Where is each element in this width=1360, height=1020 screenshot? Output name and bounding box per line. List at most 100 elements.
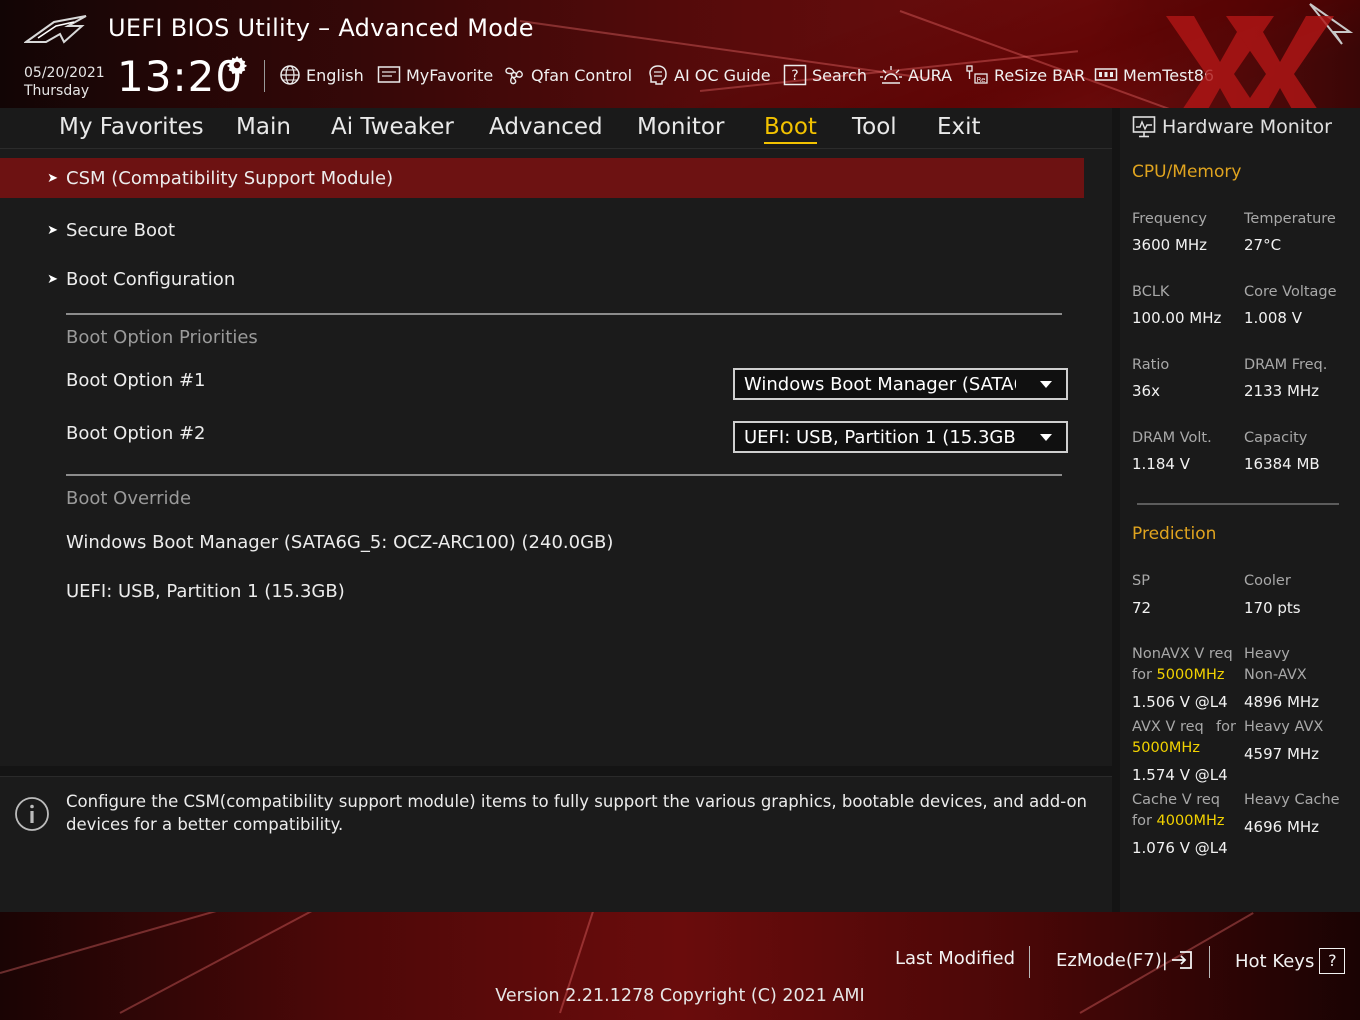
section-divider: [66, 474, 1062, 476]
rog-logo-icon: [24, 15, 87, 44]
sp-value: 72: [1132, 599, 1152, 617]
frequency-value: 3600 MHz: [1132, 236, 1208, 254]
cpu-memory-section-title: CPU/Memory: [1132, 162, 1242, 182]
gear-icon[interactable]: [226, 54, 248, 76]
temperature-label: Temperature: [1244, 211, 1336, 227]
aura-icon: [880, 66, 902, 84]
resize-bar-button[interactable]: Re ReSize BAR: [965, 62, 1085, 88]
nonavx-vreq-value: 1.506 V @L4: [1132, 693, 1228, 711]
tab-tool[interactable]: Tool: [852, 112, 897, 142]
date-display: 05/20/2021 Thursday: [24, 64, 105, 100]
nonavx-vreq-label: NonAVX V req: [1132, 646, 1233, 662]
ai-oc-guide-button[interactable]: AI OC Guide: [647, 62, 771, 88]
fan-icon: [505, 67, 523, 85]
frequency-label: Frequency: [1132, 211, 1207, 227]
sp-label: SP: [1132, 573, 1150, 589]
menu-item-secure-boot[interactable]: ➤ Secure Boot: [0, 210, 1084, 250]
avx-target-freq: 5000MHz: [1132, 740, 1200, 756]
boot-option-1-label: Boot Option #1: [66, 370, 206, 391]
last-modified-button[interactable]: Last Modified: [895, 948, 1015, 969]
search-button[interactable]: ? Search: [783, 62, 867, 88]
weekday-text: Thursday: [24, 83, 90, 99]
boot-option-1-select[interactable]: Windows Boot Manager (SATA6G_5: OCZ-ARC1…: [733, 368, 1068, 400]
dram-freq-label: DRAM Freq.: [1244, 357, 1328, 373]
myfavorite-button[interactable]: MyFavorite: [377, 62, 493, 88]
cache-vreq-value: 1.076 V @L4: [1132, 839, 1228, 857]
aura-label: AURA: [908, 65, 953, 85]
hot-keys-label: Hot Keys: [1235, 950, 1315, 972]
ratio-value: 36x: [1132, 382, 1160, 400]
tab-my-favorites[interactable]: My Favorites: [59, 112, 204, 142]
hardware-monitor-label: Hardware Monitor: [1162, 116, 1332, 138]
language-button[interactable]: English: [279, 62, 364, 88]
footer-separator: [1029, 946, 1030, 978]
cache-target-freq: 4000MHz: [1156, 813, 1225, 829]
svg-text:Re: Re: [977, 76, 986, 84]
header-bar: UEFI BIOS Utility – Advanced Mode 05/20/…: [0, 0, 1360, 108]
dram-freq-value: 2133 MHz: [1244, 382, 1320, 400]
boot-override-item-1[interactable]: Windows Boot Manager (SATA6G_5: OCZ-ARC1…: [66, 532, 613, 553]
monitor-icon: [1132, 116, 1156, 138]
menu-item-label: Boot Configuration: [66, 268, 236, 290]
prediction-section-title: Prediction: [1132, 524, 1217, 544]
tab-ai-tweaker[interactable]: Ai Tweaker: [331, 112, 454, 142]
hot-keys-button[interactable]: Hot Keys ?: [1235, 948, 1346, 974]
bclk-label: BCLK: [1132, 284, 1170, 300]
menu-item-boot-configuration[interactable]: ➤ Boot Configuration: [0, 259, 1084, 299]
boot-override-item-2[interactable]: UEFI: USB, Partition 1 (15.3GB): [66, 581, 345, 602]
header-decor-streak: [899, 10, 1183, 108]
cache-vreq-label: Cache V req: [1132, 792, 1220, 808]
dram-volt-label: DRAM Volt.: [1132, 430, 1212, 446]
memtest-icon: [1094, 68, 1118, 81]
boot-option-2-select[interactable]: UEFI: USB, Partition 1 (15.3GB): [733, 421, 1068, 453]
cooler-label: Cooler: [1244, 573, 1291, 589]
heavy-avx-value: 4597 MHz: [1244, 745, 1320, 763]
heavy-cache-label: Heavy Cache: [1244, 792, 1340, 808]
cache-for-label: for 4000MHz: [1132, 811, 1224, 832]
heavy-nonavx-value: 4896 MHz: [1244, 693, 1320, 711]
help-icon: ?: [1319, 948, 1346, 974]
boot-priorities-header: Boot Option Priorities: [66, 327, 258, 348]
info-icon: [15, 797, 49, 831]
nonavx-target-freq: 5000MHz: [1156, 667, 1225, 683]
footer-bar: Last Modified EzMode(F7)| Hot Keys ? Ver…: [0, 912, 1360, 1020]
cache-for-text: for: [1132, 813, 1157, 829]
heavy-avx-label: Heavy AVX: [1244, 719, 1324, 735]
svg-text:?: ?: [791, 68, 798, 84]
tab-advanced[interactable]: Advanced: [489, 112, 603, 142]
nonavx-for-text: for: [1132, 667, 1157, 683]
chevron-down-icon: [1040, 381, 1052, 388]
ai-oc-guide-label: AI OC Guide: [674, 65, 771, 85]
bclk-value: 100.00 MHz: [1132, 309, 1222, 327]
tab-exit[interactable]: Exit: [937, 112, 981, 142]
myfavorite-label: MyFavorite: [406, 65, 494, 85]
aura-button[interactable]: AURA: [879, 62, 952, 88]
tab-boot[interactable]: Boot: [764, 112, 817, 144]
heavy-nonavx-label-line2: Non-AVX: [1244, 667, 1307, 683]
tab-main[interactable]: Main: [236, 112, 291, 142]
main-tab-bar: My Favorites Main Ai Tweaker Advanced Mo…: [0, 108, 1112, 149]
favorite-icon: [377, 66, 401, 83]
boot-option-2-label: Boot Option #2: [66, 423, 206, 444]
ai-oc-icon: [649, 65, 667, 85]
boot-option-2-value: UEFI: USB, Partition 1 (15.3GB): [744, 426, 1016, 448]
clock: 13:20: [117, 52, 244, 101]
ezmode-button[interactable]: EzMode(F7)|: [1056, 948, 1196, 972]
language-label: English: [306, 65, 364, 85]
boot-settings-panel: ➤ CSM (Compatibility Support Module) ➤ S…: [0, 149, 1112, 766]
avx-vreq-value: 1.574 V @L4: [1132, 766, 1228, 784]
temperature-value: 27°C: [1244, 236, 1282, 254]
resize-bar-icon: Re: [966, 65, 988, 84]
cooler-value: 170 pts: [1244, 599, 1301, 617]
tab-monitor[interactable]: Monitor: [637, 112, 724, 142]
core-voltage-value: 1.008 V: [1244, 309, 1302, 327]
capacity-label: Capacity: [1244, 430, 1308, 446]
hardware-monitor-panel: Hardware Monitor CPU/Memory Frequency 36…: [1120, 108, 1360, 912]
qfan-control-button[interactable]: Qfan Control: [502, 62, 632, 88]
header-separator: [264, 60, 265, 92]
dram-volt-value: 1.184 V: [1132, 455, 1190, 473]
capacity-value: 16384 MB: [1244, 455, 1320, 473]
menu-item-csm[interactable]: ➤ CSM (Compatibility Support Module): [0, 158, 1084, 198]
footer-separator: [1209, 946, 1210, 978]
version-text: Version 2.21.1278 Copyright (C) 2021 AMI: [495, 986, 865, 1006]
